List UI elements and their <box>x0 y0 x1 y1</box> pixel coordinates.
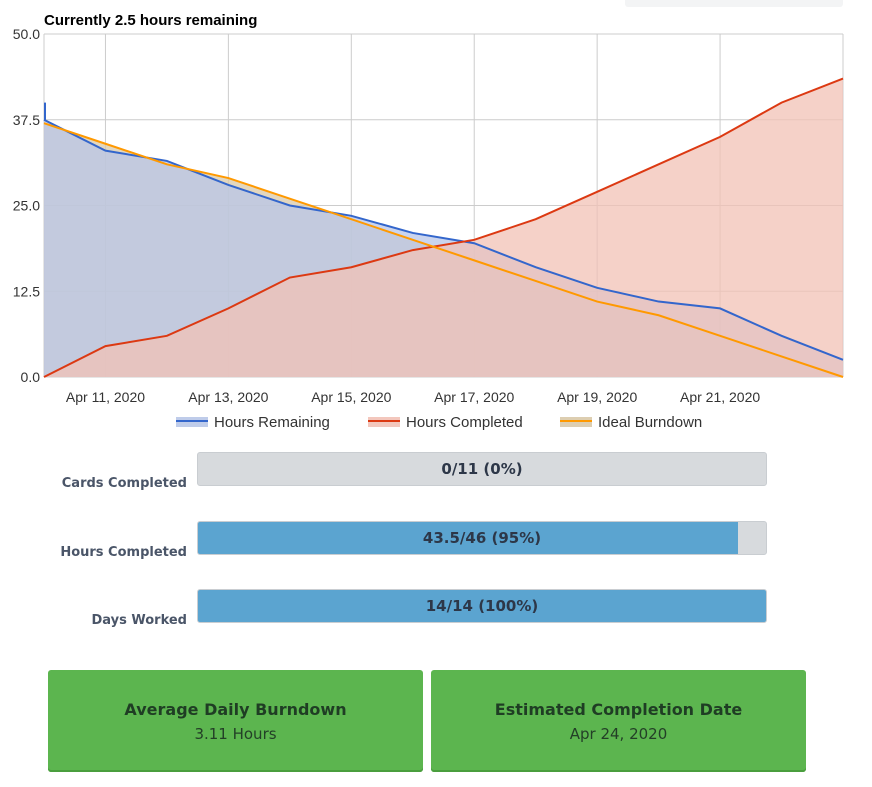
y-tick-label: 25.0 <box>13 198 40 214</box>
chart-areas <box>44 78 843 378</box>
chart-legend: Hours Remaining Hours Completed Ideal Burn… <box>176 414 702 431</box>
progress-bar-days: 14/14 (100%) <box>197 589 767 623</box>
x-tick-label: Apr 21, 2020 <box>680 389 760 405</box>
legend-label: Hours Completed <box>406 414 523 431</box>
stat-row-days: Days Worked 14/14 (100%) <box>0 589 872 628</box>
card-value: 3.11 Hours <box>194 725 277 743</box>
card-title: Average Daily Burndown <box>124 700 347 719</box>
progress-text-hours: 43.5/46 (95%) <box>422 529 542 547</box>
completion-date-card: Estimated Completion Date Apr 24, 2020 <box>431 670 806 772</box>
chart-title: Currently 2.5 hours remaining <box>44 12 257 29</box>
y-tick-label: 0.0 <box>21 369 41 385</box>
x-tick-label: Apr 11, 2020 <box>66 389 145 405</box>
x-tick-label: Apr 17, 2020 <box>434 389 514 405</box>
progress-text-days: 14/14 (100%) <box>425 597 539 615</box>
progress-text-cards: 0/11 (0%) <box>441 460 523 478</box>
stat-row-hours: Hours Completed 43.5/46 (95%) <box>0 521 872 560</box>
average-burndown-card: Average Daily Burndown 3.11 Hours <box>48 670 423 772</box>
card-title: Estimated Completion Date <box>494 700 743 719</box>
x-tick-label: Apr 15, 2020 <box>311 389 391 405</box>
stat-label-hours: Hours Completed <box>60 545 187 560</box>
stat-label-days: Days Worked <box>91 613 187 628</box>
legend-label: Hours Remaining <box>214 414 330 431</box>
x-tick-label: Apr 13, 2020 <box>188 389 268 405</box>
y-tick-label: 12.5 <box>13 283 40 299</box>
progress-bar-hours: 43.5/46 (95%) <box>197 521 767 555</box>
y-tick-label: 37.5 <box>13 112 40 128</box>
legend-label: Ideal Burndown <box>598 414 702 431</box>
y-tick-label: 50.0 <box>13 26 40 42</box>
stat-label-cards: Cards Completed <box>61 476 187 491</box>
burndown-chart: 0.0 12.5 25.0 37.5 50.0 Apr 11, 2020 Apr 13, 2… <box>13 12 844 431</box>
card-value: Apr 24, 2020 <box>569 725 668 743</box>
x-tick-label: Apr 19, 2020 <box>557 389 637 405</box>
stat-row-cards: Cards Completed 0/11 (0%) <box>0 452 872 491</box>
progress-bar-cards: 0/11 (0%) <box>197 452 767 486</box>
